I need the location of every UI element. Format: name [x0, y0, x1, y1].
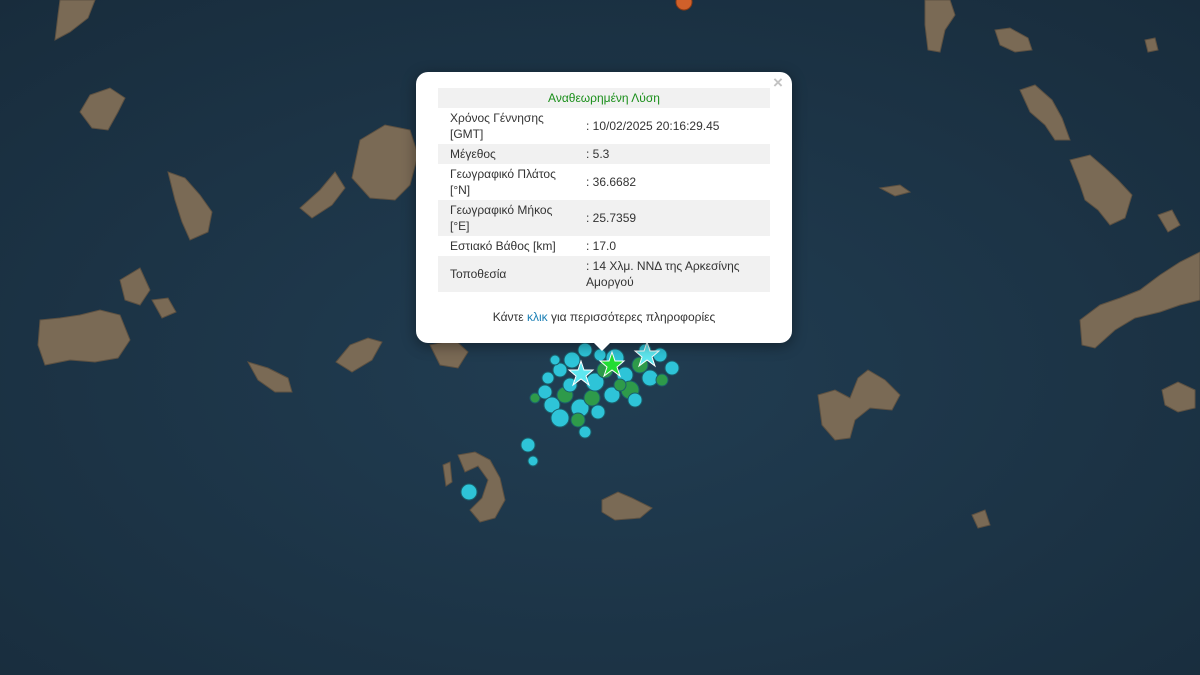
row-label: Εστιακό Βάθος [km]	[450, 239, 556, 253]
row-label: Χρόνος Γέννησης [GMT]	[450, 111, 544, 141]
more-info-link[interactable]: κλικ	[527, 310, 548, 324]
more-info-line: Κάντε κλικ για περισσότερες πληροφορίες	[416, 310, 792, 324]
more-info-suffix: για περισσότερες πληροφορίες	[550, 310, 716, 324]
row-label: Τοποθεσία	[450, 267, 507, 281]
row-value: : 14 Χλμ. ΝΝΔ της Αρκεσίνης Αμοργού	[586, 259, 740, 289]
table-row: Τοποθεσία : 14 Χλμ. ΝΝΔ της Αρκεσίνης Αμ…	[438, 256, 770, 292]
row-value: : 17.0	[586, 239, 617, 253]
popup-tip	[592, 341, 612, 351]
more-info-prefix: Κάντε	[492, 310, 524, 324]
table-row: Γεωγραφικό Μήκος [°E] : 25.7359	[438, 200, 770, 236]
row-label: Γεωγραφικό Μήκος [°E]	[450, 203, 553, 233]
row-value: : 36.6682	[586, 175, 637, 189]
row-value: : 10/02/2025 20:16:29.45	[586, 119, 720, 133]
row-label: Μέγεθος	[450, 147, 496, 161]
table-row: Εστιακό Βάθος [km] : 17.0	[438, 236, 770, 256]
table-row: Χρόνος Γέννησης [GMT] : 10/02/2025 20:16…	[438, 108, 770, 144]
table-row: Γεωγραφικό Πλάτος [°N] : 36.6682	[438, 164, 770, 200]
event-info-table: Αναθεωρημένη Λύση Χρόνος Γέννησης [GMT] …	[438, 88, 770, 292]
table-row: Μέγεθος : 5.3	[438, 144, 770, 164]
row-label: Γεωγραφικό Πλάτος [°N]	[450, 167, 556, 197]
popup-title: Αναθεωρημένη Λύση	[438, 88, 770, 108]
event-popup: × Αναθεωρημένη Λύση Χρόνος Γέννησης [GMT…	[416, 72, 792, 343]
close-icon[interactable]: ×	[770, 74, 786, 91]
row-value: : 25.7359	[586, 211, 637, 225]
row-value: : 5.3	[586, 147, 610, 161]
